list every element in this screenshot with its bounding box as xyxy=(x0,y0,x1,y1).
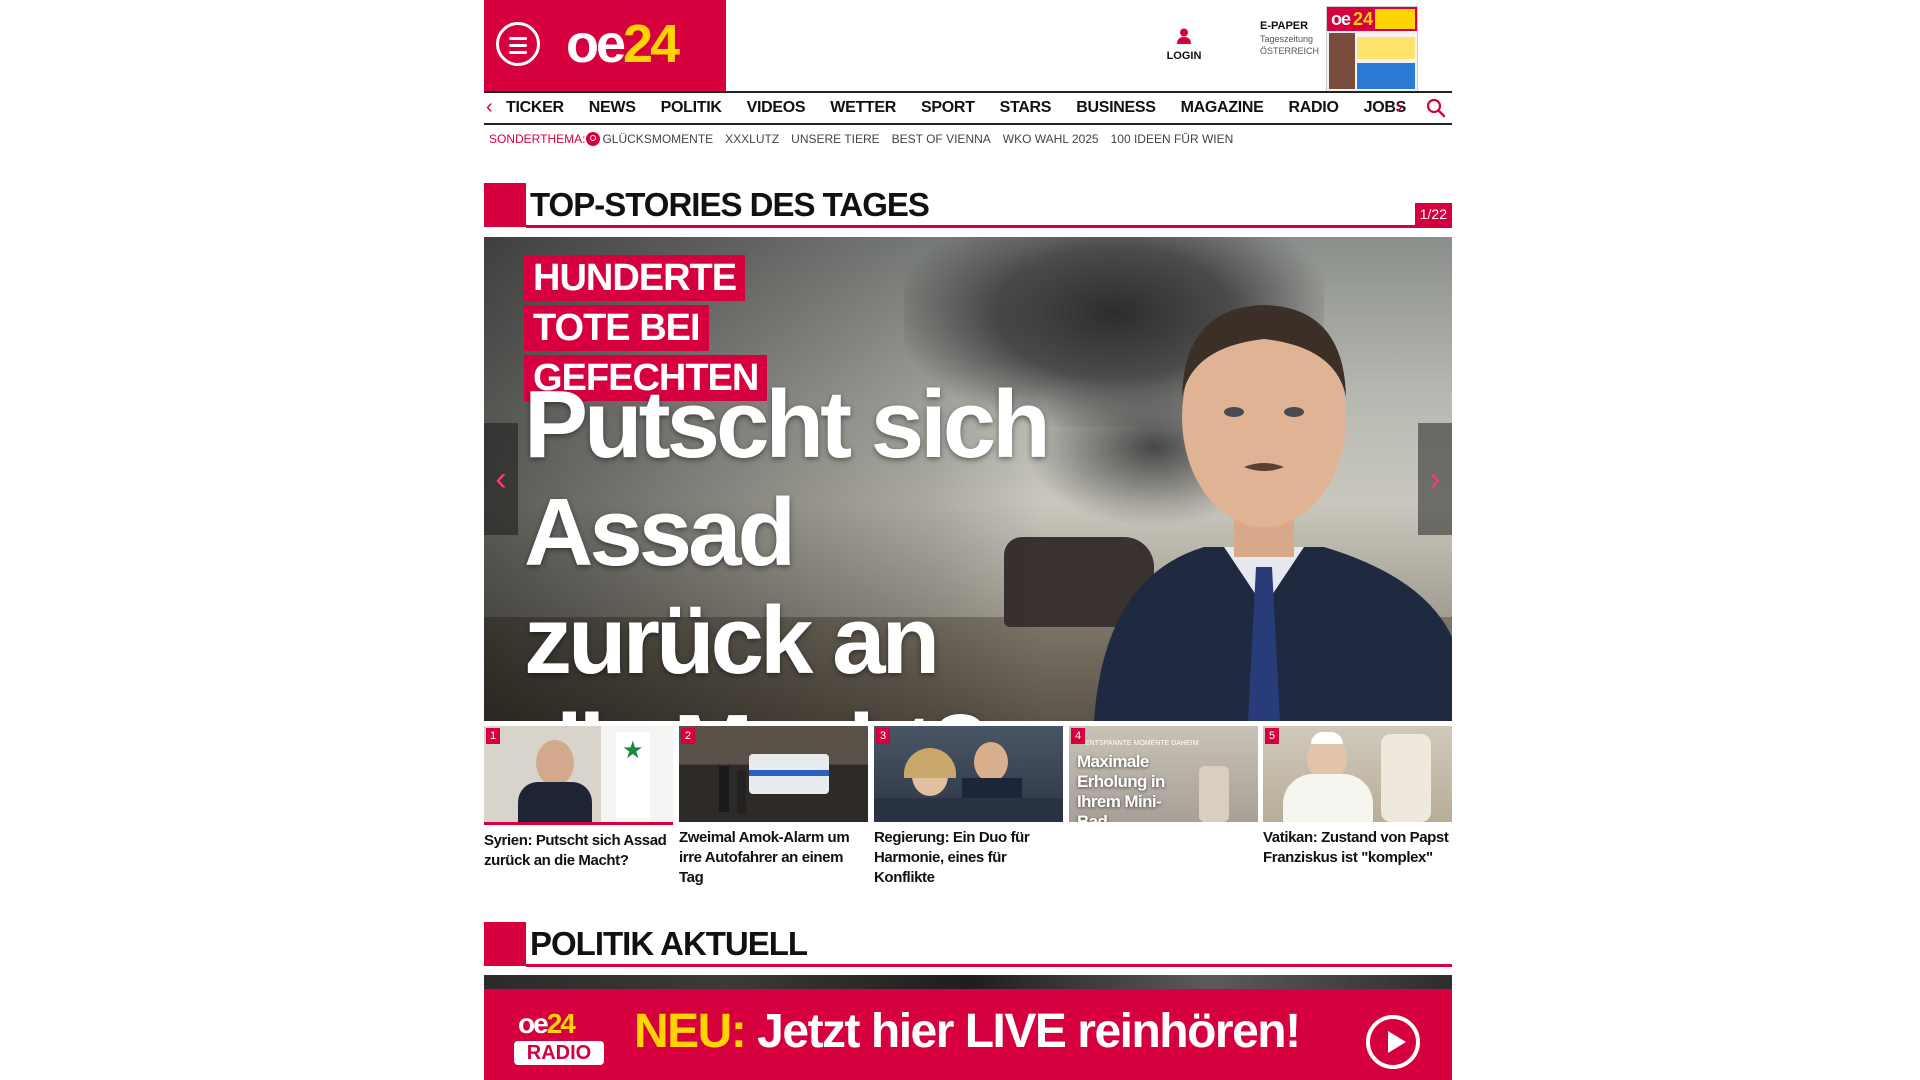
nav-item[interactable]: SPORT xyxy=(921,99,975,117)
thumb-number: 3 xyxy=(876,728,890,744)
nav-item[interactable]: RADIO xyxy=(1289,99,1339,117)
subnav-item[interactable]: UNSERE TIERE xyxy=(791,132,879,146)
nav-item[interactable]: MAGAZINE xyxy=(1181,99,1264,117)
epaper-subtitle: Tageszeitung xyxy=(1260,34,1314,44)
section-header-top-stories: TOP-STORIES DES TAGES 1/22 xyxy=(484,183,1452,229)
nav-item[interactable]: POLITIK xyxy=(661,99,722,117)
epaper-title: E-PAPER xyxy=(1260,20,1309,32)
hero-story[interactable]: HUNDERTE TOTE BEI GEFECHTEN Putscht sich… xyxy=(484,237,1452,721)
thumb-overlay-kicker: ENTSPANNTE MOMENTE DAHEIM xyxy=(1085,740,1199,747)
radio-banner-new-label: NEU: xyxy=(634,1005,747,1058)
play-icon[interactable] xyxy=(1366,1015,1420,1069)
thumb-image: 5 xyxy=(1263,726,1452,822)
carousel-prev-chevron-icon[interactable]: ‹ xyxy=(484,423,518,535)
nav-item[interactable]: STARS xyxy=(1000,99,1052,117)
nav-item[interactable]: WETTER xyxy=(830,99,896,117)
section-title: TOP-STORIES DES TAGES xyxy=(530,186,930,223)
hero-headline: Putscht sich Assad zurück an die Macht? xyxy=(524,371,1051,721)
thumb-caption: Zweimal Amok-Alarm um irre Autofahrer an… xyxy=(679,829,850,886)
thumb-number: 2 xyxy=(681,728,695,744)
nav-item[interactable]: BUSINESS xyxy=(1076,99,1156,117)
subnav-item[interactable]: GLÜCKSMOMENTE xyxy=(602,132,713,146)
radio-banner-text: NEU: Jetzt hier LIVE reinhören! xyxy=(634,1005,1301,1059)
main-nav: ‹ TICKER NEWS POLITIK VIDEOS WETTER SPORT STAR… xyxy=(484,91,1452,125)
nav-item[interactable]: TICKER xyxy=(506,99,564,117)
subnav-item[interactable]: BEST OF VIENNA xyxy=(892,132,991,146)
nav-item[interactable]: VIDEOS xyxy=(747,99,806,117)
thumb-story-4[interactable]: ENTSPANNTE MOMENTE DAHEIM Maximale Erhol… xyxy=(1069,726,1258,828)
logo-oe: oe xyxy=(566,14,626,74)
radio-banner-cta: Jetzt hier LIVE reinhören! xyxy=(757,1005,1301,1058)
nav-items: TICKER NEWS POLITIK VIDEOS WETTER SPORT STARS B… xyxy=(506,93,1431,123)
thumb-story-1[interactable]: ★ 1 Syrien: Putscht sich Assad zurück an… xyxy=(484,726,673,871)
thumb-story-2[interactable]: 2 Zweimal Amok-Alarm um irre Autofahrer … xyxy=(679,726,868,888)
thumb-number: 1 xyxy=(486,728,500,744)
logo-area: oe24 xyxy=(484,0,726,91)
thumb-image: ★ 1 xyxy=(484,726,673,822)
target-icon xyxy=(586,132,601,146)
thumb-image: 3 xyxy=(874,726,1063,822)
nav-right-chevron-icon[interactable]: › xyxy=(1396,97,1403,117)
thumb-story-5[interactable]: 5 Vatikan: Zustand von Papst Franziskus … xyxy=(1263,726,1452,868)
login-label: LOGIN xyxy=(1166,50,1202,62)
thumb-story-3[interactable]: 3 Regierung: Ein Duo für Harmonie, eines… xyxy=(874,726,1063,888)
radio-logo: oe24 RADIO xyxy=(514,1009,606,1069)
page: oe24 LOGIN E-PAPER Tageszeitung ÖSTERREI… xyxy=(484,0,1452,1080)
thumb-caption: Syrien: Putscht sich Assad zurück an die… xyxy=(484,832,667,869)
logo-24: 24 xyxy=(623,14,680,74)
subnav-item[interactable]: XXXLUTZ xyxy=(725,132,779,146)
epaper-link[interactable]: E-PAPER Tageszeitung ÖSTERREICH xyxy=(1260,20,1326,57)
radio-banner[interactable]: oe24 RADIO NEU: Jetzt hier LIVE reinhöre… xyxy=(484,975,1452,1080)
story-thumbnails: ★ 1 Syrien: Putscht sich Assad zurück an… xyxy=(484,726,1452,886)
subnav-item[interactable]: WKO WAHL 2025 xyxy=(1003,132,1099,146)
section-header-politik: POLITIK AKTUELL xyxy=(484,922,1452,968)
hamburger-menu-icon[interactable] xyxy=(496,22,540,66)
login-button[interactable]: LOGIN xyxy=(1164,28,1204,64)
nav-left-chevron-icon[interactable]: ‹ xyxy=(486,97,493,117)
thumb-image: 2 xyxy=(679,726,868,822)
carousel-next-chevron-icon[interactable]: › xyxy=(1418,423,1452,535)
user-icon xyxy=(1177,28,1191,44)
epaper-subtitle-country: ÖSTERREICH xyxy=(1260,46,1320,56)
thumb-number: 4 xyxy=(1071,728,1085,744)
nav-item[interactable]: NEWS xyxy=(589,99,636,117)
subnav-label: SONDERTHEMA: xyxy=(489,132,586,146)
thumb-number: 5 xyxy=(1265,728,1279,744)
thumb-caption: Regierung: Ein Duo für Harmonie, eines f… xyxy=(874,829,1030,886)
slide-counter: 1/22 xyxy=(1414,203,1452,225)
thumb-image: ENTSPANNTE MOMENTE DAHEIM Maximale Erhol… xyxy=(1069,726,1258,822)
thumb-caption: Vatikan: Zustand von Papst Franziskus is… xyxy=(1263,829,1449,866)
search-icon[interactable] xyxy=(1426,98,1446,118)
hero-portrait-image xyxy=(1094,305,1452,721)
thumb-overlay-text: Maximale Erholung in Ihrem Mini-Bad xyxy=(1077,752,1165,822)
site-header: oe24 LOGIN E-PAPER Tageszeitung ÖSTERREI… xyxy=(484,0,1452,92)
section-title: POLITIK AKTUELL xyxy=(530,925,808,962)
subnav-item[interactable]: 100 IDEEN FÜR WIEN xyxy=(1111,132,1234,146)
epaper-cover-image[interactable]: oe 24 xyxy=(1326,6,1418,92)
site-logo[interactable]: oe24 xyxy=(566,14,680,74)
subnav: SONDERTHEMA: GLÜCKSMOMENTE XXXLUTZ UNSERE … xyxy=(489,131,1245,147)
